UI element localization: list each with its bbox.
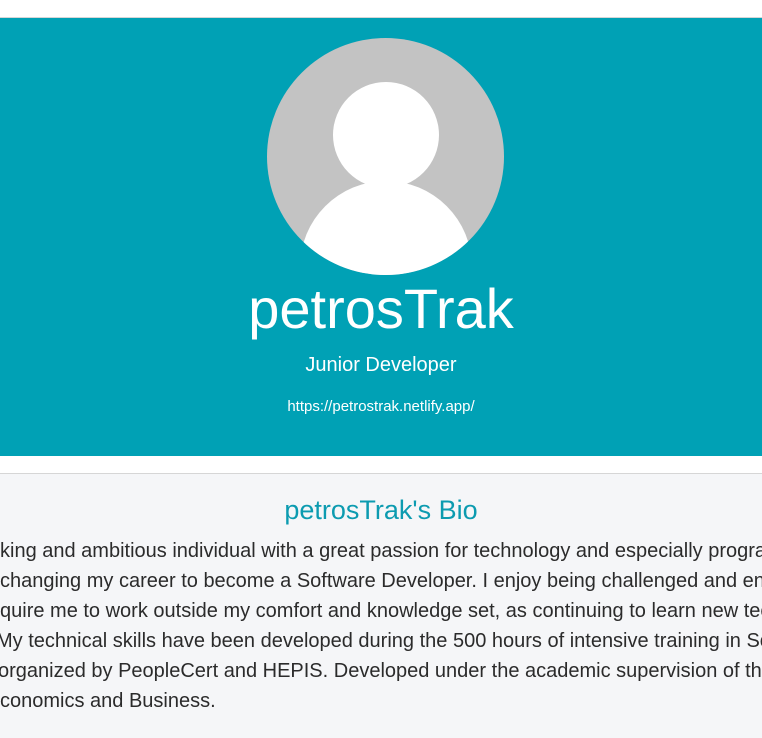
avatar-head-shape [333,82,439,188]
bio-section: petrosTrak's Bio king and ambitious indi… [0,474,762,738]
bio-line: changing my career to become a Software … [0,570,762,592]
user-avatar-placeholder-icon [267,38,504,275]
top-strip [0,0,762,18]
bio-line: king and ambitious individual with a gre… [0,540,762,562]
avatar-shoulders-shape [300,181,472,275]
bio-line: quire me to work outside my comfort and … [0,600,762,622]
profile-role: Junior Developer [305,354,457,376]
section-divider [0,456,762,474]
profile-header: petrosTrak Junior Developer https://petr… [0,18,762,456]
bio-line: organized by PeopleCert and HEPIS. Devel… [0,660,762,682]
bio-title: petrosTrak's Bio [284,495,478,525]
profile-website-link[interactable]: https://petrostrak.netlify.app/ [0,398,762,416]
bio-line: conomics and Business. [0,690,216,712]
bio-line: My technical skills have been developed … [0,630,762,652]
profile-name: petrosTrak [248,277,514,340]
